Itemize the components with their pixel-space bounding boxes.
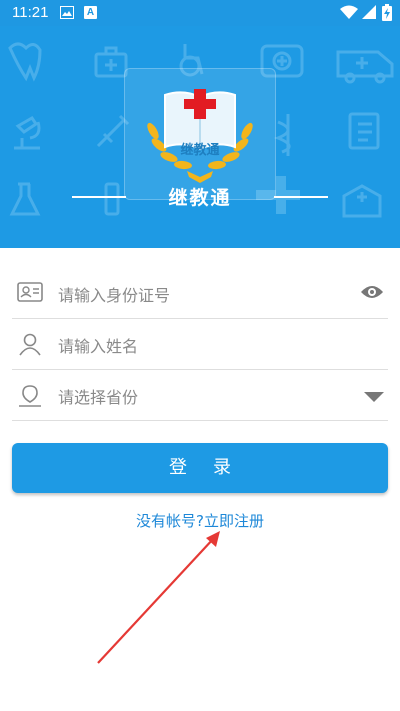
- wifi-icon: [340, 5, 358, 23]
- location-icon: [17, 383, 43, 411]
- register-link[interactable]: 没有帐号?立即注册: [0, 510, 400, 531]
- name-input[interactable]: 请输入姓名: [58, 333, 138, 357]
- status-bar: 11:21 A: [0, 0, 400, 26]
- eye-icon[interactable]: [360, 282, 384, 306]
- login-button[interactable]: 登录: [12, 443, 388, 493]
- logo-text: 继教通: [180, 143, 220, 158]
- image-icon: [60, 6, 74, 23]
- person-icon: [17, 332, 43, 360]
- id-card-field[interactable]: 请输入身份证号: [12, 268, 388, 319]
- id-card-input[interactable]: 请输入身份证号: [58, 282, 170, 306]
- title-divider-right: [274, 196, 328, 198]
- dropdown-arrow-icon[interactable]: [364, 389, 384, 408]
- province-select[interactable]: 请选择省份: [58, 384, 138, 408]
- a-letter-icon: A: [84, 6, 97, 19]
- app-title: 继教通: [168, 187, 232, 209]
- status-time: 11:21: [12, 4, 49, 21]
- province-field[interactable]: 请选择省份: [12, 370, 388, 421]
- header-banner: 继教通 继教通: [0, 26, 400, 248]
- title-divider-left: [72, 196, 126, 198]
- name-field[interactable]: 请输入姓名: [12, 319, 388, 370]
- id-card-icon: [17, 281, 43, 307]
- signal-icon: [362, 5, 376, 23]
- book-logo-icon: [147, 89, 253, 183]
- battery-charging-icon: [382, 4, 392, 25]
- logo-card: 继教通: [124, 68, 276, 200]
